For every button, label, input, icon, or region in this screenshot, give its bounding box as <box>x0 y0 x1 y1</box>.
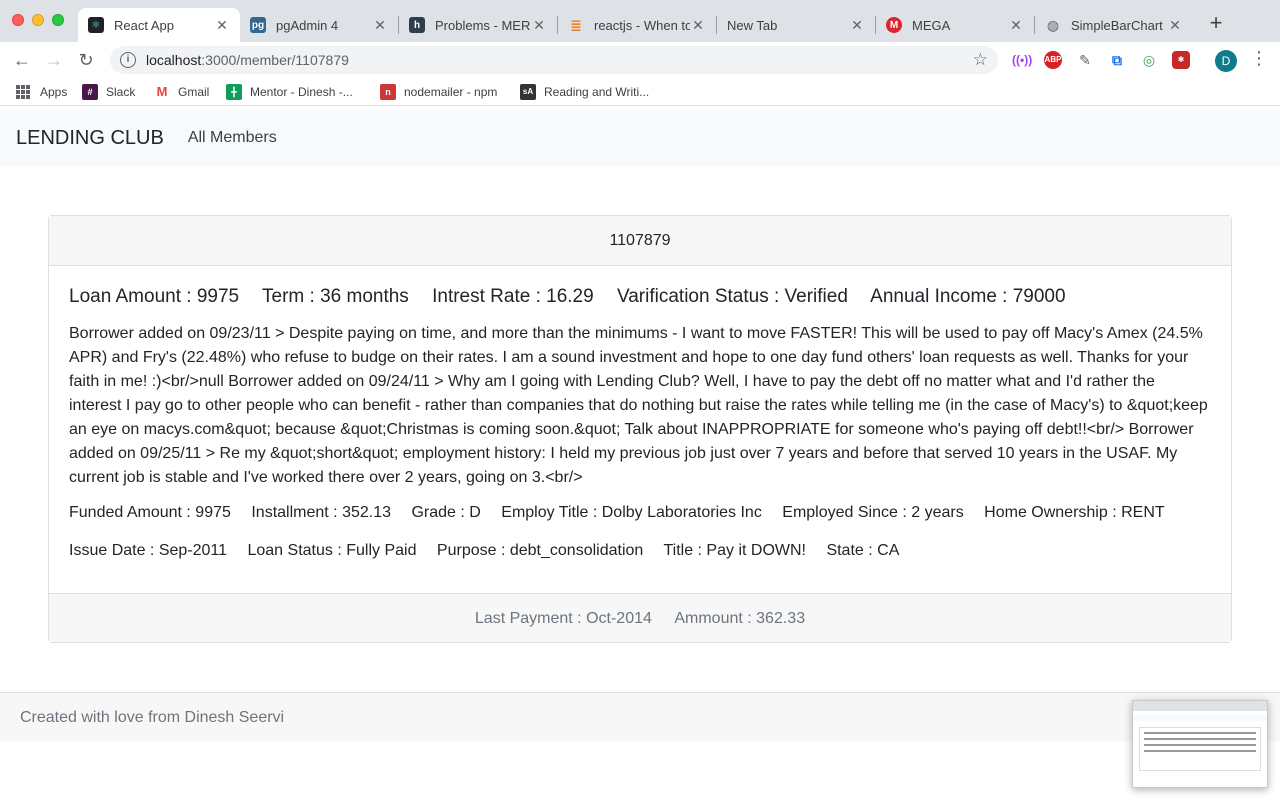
back-arrow-icon[interactable]: ← <box>10 48 34 72</box>
loan-details-row-1: Funded Amount : 9975 Installment : 352.1… <box>69 502 1211 524</box>
bookmark-reading-writing[interactable]: sA Reading and Writi... <box>520 84 649 100</box>
installment: Installment : 352.13 <box>251 504 391 521</box>
address-bar[interactable]: i localhost:3000/member/1107879 ☆ <box>110 46 998 74</box>
app-navbar: LENDING CLUB All Members <box>0 110 1280 166</box>
page-footer: Created with love from Dinesh Seervi <box>0 692 1280 741</box>
payment-footer: Last Payment : Oct-2014 Ammount : 362.33 <box>49 593 1231 642</box>
minimize-window-button[interactable] <box>32 14 44 26</box>
annual-income: Annual Income : 79000 <box>870 286 1066 307</box>
sheets-icon: ╋ <box>226 84 242 100</box>
browser-tab-pgadmin[interactable]: pg pgAdmin 4 ✕ <box>240 8 398 42</box>
loan-title: Title : Pay it DOWN! <box>663 542 806 559</box>
profile-avatar[interactable]: D <box>1215 50 1237 72</box>
gmail-icon: M <box>154 84 170 100</box>
puzzle-extension-icon[interactable]: ✱ <box>1172 51 1190 69</box>
nav-link-all-members[interactable]: All Members <box>188 129 277 147</box>
bookmark-label: Apps <box>40 85 68 99</box>
browser-tab-simplebarchart[interactable]: ◍ SimpleBarChart ✕ <box>1035 8 1193 42</box>
maximize-window-button[interactable] <box>52 14 64 26</box>
tab-title: reactjs - When to <box>594 17 690 33</box>
tab-title: React App <box>114 17 174 33</box>
issue-date: Issue Date : Sep-2011 <box>69 542 228 559</box>
bookmark-label: Reading and Writi... <box>544 85 650 99</box>
tab-title: Problems - MERN <box>435 17 531 33</box>
loan-details-row-2: Issue Date : Sep-2011 Loan Status : Full… <box>69 540 1211 562</box>
eyedropper-extension-icon[interactable]: ✎ <box>1076 51 1094 69</box>
funded-amount: Funded Amount : 9975 <box>69 504 231 521</box>
sa-icon: sA <box>520 84 536 100</box>
close-window-button[interactable] <box>12 14 24 26</box>
employed-since: Employed Since : 2 years <box>782 504 964 521</box>
bookmarks-bar: Apps # Slack M Gmail ╋ Mentor - Dinesh -… <box>0 78 1280 106</box>
loan-description: Borrower added on 09/23/11 > Despite pay… <box>69 325 1208 486</box>
home-ownership: Home Ownership : RENT <box>984 504 1165 521</box>
tab-title: SimpleBarChart <box>1071 17 1163 33</box>
close-icon[interactable]: ✕ <box>214 17 230 34</box>
tab-title: pgAdmin 4 <box>276 17 339 33</box>
grade: Grade : D <box>411 504 481 521</box>
close-icon[interactable]: ✕ <box>372 17 388 34</box>
member-id-header: 1107879 <box>49 216 1231 266</box>
target-extension-icon[interactable]: ◎ <box>1140 51 1158 69</box>
purpose: Purpose : debt_consolidation <box>436 542 644 559</box>
bookmark-slack[interactable]: # Slack <box>82 84 135 100</box>
last-payment: Last Payment : Oct-2014 <box>474 610 652 627</box>
globe-icon: ◍ <box>1046 16 1060 33</box>
apps-grid-icon <box>16 85 30 99</box>
browser-tab-new-tab[interactable]: New Tab ✕ <box>717 8 875 42</box>
info-icon[interactable]: i <box>120 52 136 68</box>
browser-tab-react-app[interactable]: ⚛ React App ✕ <box>78 8 240 42</box>
browser-tab-problems[interactable]: h Problems - MERN ✕ <box>399 8 557 42</box>
reload-icon[interactable]: ↻ <box>74 48 98 72</box>
bookmark-gmail[interactable]: M Gmail <box>154 84 209 100</box>
browser-toolbar: ← → ↻ i localhost:3000/member/1107879 ☆ … <box>0 42 1280 78</box>
copy-extension-icon[interactable]: ⧉ <box>1108 51 1126 69</box>
more-menu-icon[interactable]: ⋮ <box>1250 48 1268 69</box>
bookmark-nodemailer[interactable]: n nodemailer - npm <box>380 84 497 100</box>
close-icon[interactable]: ✕ <box>1167 17 1183 34</box>
slack-icon: # <box>82 84 98 100</box>
url-host: localhost <box>146 52 202 68</box>
bookmark-label: Mentor - Dinesh -... <box>250 85 353 99</box>
npm-icon: n <box>380 84 396 100</box>
adblock-extension-icon[interactable]: ABP <box>1044 51 1062 69</box>
forward-arrow-icon[interactable]: → <box>42 48 66 72</box>
new-tab-button[interactable]: + <box>1204 12 1228 36</box>
hackerrank-icon: h <box>409 17 425 33</box>
url-path: :3000/member/1107879 <box>201 52 349 68</box>
stackoverflow-icon: ≣ <box>570 16 582 33</box>
close-icon[interactable]: ✕ <box>690 17 706 34</box>
member-card-body: Loan Amount : 9975 Term : 36 months Intr… <box>49 266 1231 562</box>
bookmark-label: Slack <box>106 85 136 99</box>
tab-title: New Tab <box>727 17 778 33</box>
close-icon[interactable]: ✕ <box>531 17 547 34</box>
verification-status: Varification Status : Verified <box>616 286 848 307</box>
loan-status: Loan Status : Fully Paid <box>247 542 417 559</box>
bookmark-label: Gmail <box>178 85 210 99</box>
brand-logo-link[interactable]: LENDING CLUB <box>16 127 164 150</box>
bookmark-star-icon[interactable]: ☆ <box>973 50 988 70</box>
loan-term: Term : 36 months <box>262 286 409 307</box>
bookmark-apps[interactable]: Apps <box>16 84 67 100</box>
close-icon[interactable]: ✕ <box>1008 17 1024 34</box>
react-icon: ⚛ <box>88 17 104 33</box>
state: State : CA <box>826 542 900 559</box>
pgadmin-icon: pg <box>250 17 266 33</box>
browser-tab-mega[interactable]: M MEGA ✕ <box>876 8 1034 42</box>
mega-icon: M <box>886 17 902 33</box>
close-icon[interactable]: ✕ <box>849 17 865 34</box>
tab-title: MEGA <box>912 17 951 33</box>
loan-summary: Loan Amount : 9975 Term : 36 months Intr… <box>69 286 1211 308</box>
payment-amount: Ammount : 362.33 <box>674 610 806 627</box>
broadcast-extension-icon[interactable]: ((•)) <box>1012 51 1032 69</box>
browser-tab-strip: ⚛ React App ✕ pg pgAdmin 4 ✕ h Problems … <box>0 0 1280 42</box>
interest-rate: Intrest Rate : 16.29 <box>432 286 594 307</box>
loan-amount: Loan Amount : 9975 <box>69 286 240 307</box>
employ-title: Employ Title : Dolby Laboratories Inc <box>501 504 762 521</box>
bookmark-label: nodemailer - npm <box>404 85 498 99</box>
screenshot-thumbnail-preview[interactable] <box>1132 700 1268 788</box>
browser-tab-reactjs[interactable]: ≣ reactjs - When to ✕ <box>558 8 716 42</box>
member-card: 1107879 Loan Amount : 9975 Term : 36 mon… <box>48 215 1232 643</box>
bookmark-mentor[interactable]: ╋ Mentor - Dinesh -... <box>226 84 353 100</box>
